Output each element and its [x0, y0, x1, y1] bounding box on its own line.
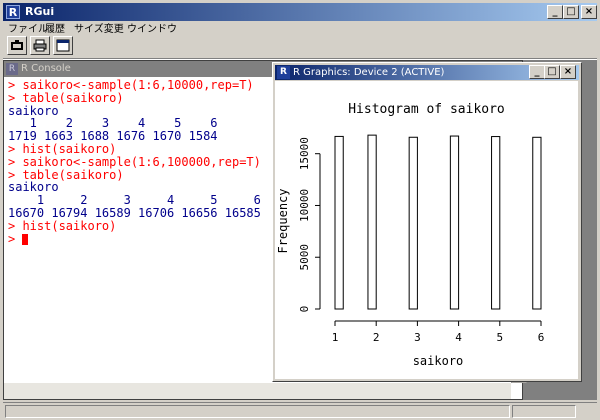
histogram-bar: [408, 136, 418, 310]
x-tick-label: 3: [414, 331, 421, 344]
y-tick-label: 15000: [298, 137, 311, 170]
histogram-bar: [491, 136, 501, 310]
x-tick-label: 1: [332, 331, 339, 344]
console-output-line: 16670 16794 16589 16706 16656 16585: [8, 206, 261, 220]
graphics-title: R Graphics: Device 2 (ACTIVE): [293, 67, 445, 78]
console-button[interactable]: [53, 36, 73, 55]
minimize-button[interactable]: _: [547, 5, 563, 19]
print-button[interactable]: [30, 36, 50, 55]
x-tick-label: 2: [373, 331, 380, 344]
graphics-minimize-button[interactable]: _: [529, 65, 545, 79]
horizontal-scrollbar[interactable]: [4, 383, 511, 399]
console-title: R Console: [21, 63, 71, 74]
text-cursor: [22, 233, 28, 245]
histogram-bar: [449, 135, 460, 310]
print-icon: [33, 39, 47, 52]
y-tick-label: 5000: [298, 244, 311, 271]
console-input-line: > saikoro<-sample(1:6,10000,rep=T): [8, 78, 254, 92]
histogram-bar: [532, 136, 542, 310]
x-axis-label: saikoro: [413, 354, 464, 368]
console-input-line: > hist(saikoro): [8, 142, 117, 156]
rgui-app: R RGui _ □ × ファイル 履歴 サイズ変更 ウインドウ R R Con…: [0, 0, 600, 420]
y-tick-label: 0: [298, 306, 311, 313]
status-cell-main: [5, 405, 510, 418]
x-tick-label: 4: [455, 331, 462, 344]
histogram-bar: [334, 135, 344, 310]
console-icon: [56, 39, 70, 52]
app-title-bar[interactable]: R RGui _ □ ×: [3, 3, 597, 21]
maximize-button[interactable]: □: [563, 5, 579, 19]
graphics-close-button[interactable]: ×: [560, 65, 576, 79]
y-axis-label: Frequency: [276, 188, 290, 253]
histogram-bar: [367, 134, 377, 310]
app-title: RGui: [25, 5, 55, 18]
console-input-line: > saikoro<-sample(1:6,100000,rep=T): [8, 154, 261, 169]
x-tick-label: 5: [496, 331, 503, 344]
toolbar: [3, 36, 597, 58]
r-logo-icon: R: [6, 5, 20, 19]
x-tick-label: 6: [538, 331, 545, 344]
close-button[interactable]: ×: [581, 5, 597, 19]
graphics-title-bar[interactable]: R R Graphics: Device 2 (ACTIVE) _ □ ×: [275, 65, 579, 80]
open-script-icon: [11, 40, 23, 50]
console-input-line: >: [8, 231, 23, 246]
y-tick-label: 10000: [298, 189, 311, 222]
status-bar: [3, 402, 597, 418]
status-cell-right: [512, 405, 576, 418]
histogram-chart: Histogram of saikoro 1 2 3 4 5 6 saikoro 0 5000 10…: [276, 102, 545, 368]
console-input-line: > table(saikoro): [8, 90, 124, 105]
graphics-maximize-button[interactable]: □: [544, 65, 560, 79]
graphics-canvas[interactable]: Histogram of saikoro 1 2 3 4 5 6 saikoro 0 5000 10…: [275, 81, 578, 379]
graphics-window[interactable]: R R Graphics: Device 2 (ACTIVE) _ □ × Hi…: [272, 62, 582, 382]
r-logo-icon: R: [6, 63, 18, 75]
console-input-line: > hist(saikoro): [8, 218, 117, 233]
open-script-button[interactable]: [7, 36, 27, 55]
chart-title: Histogram of saikoro: [348, 102, 505, 117]
r-logo-icon: R: [277, 66, 290, 79]
